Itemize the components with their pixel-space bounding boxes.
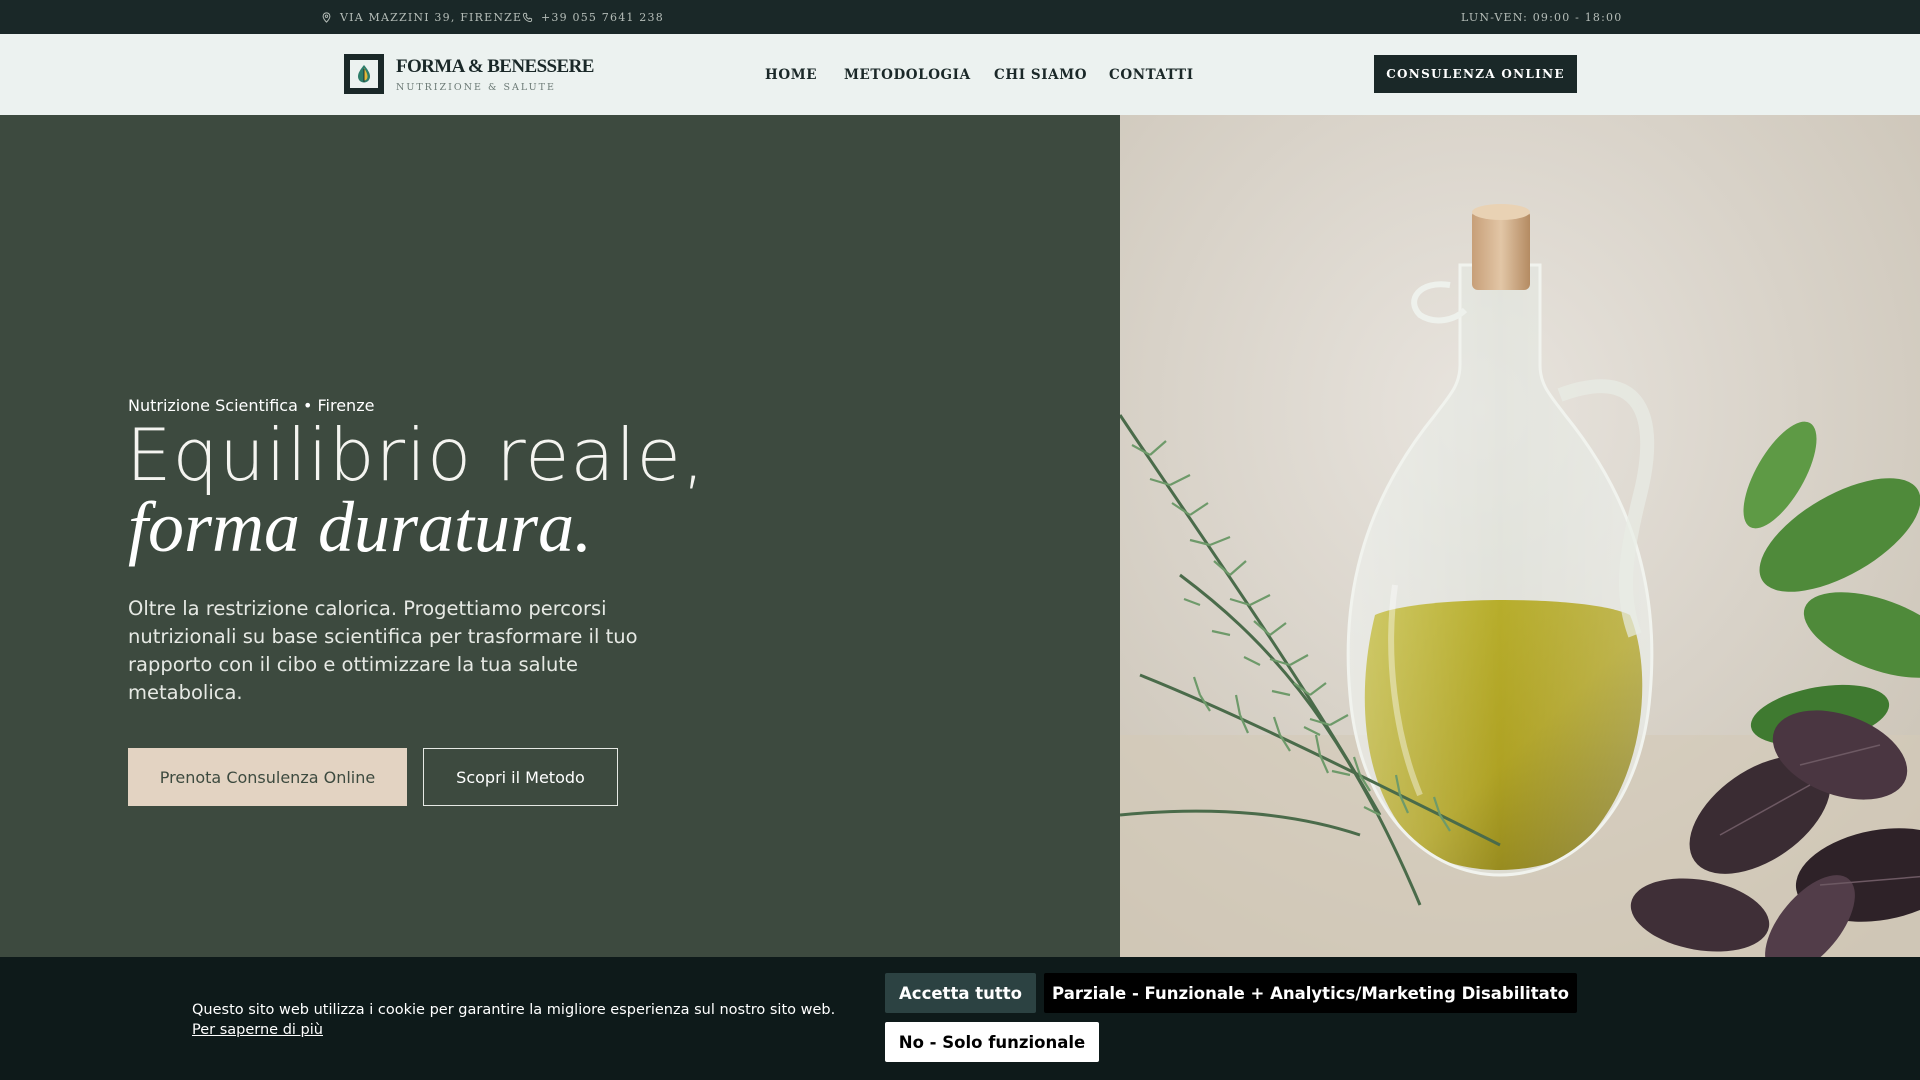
nav-home[interactable]: HOME bbox=[765, 34, 817, 115]
online-consultation-button[interactable]: CONSULENZA ONLINE bbox=[1374, 55, 1577, 93]
leaf-logo-icon bbox=[358, 65, 370, 83]
logo-inner bbox=[350, 60, 378, 88]
address-text: VIA MAZZINI 39, FIRENZE bbox=[340, 10, 523, 24]
nav-contatti[interactable]: CONTATTI bbox=[1109, 34, 1194, 115]
phone-icon bbox=[522, 12, 533, 22]
book-consultation-button[interactable]: Prenota Consulenza Online bbox=[128, 748, 407, 806]
opening-hours: LUN-VEN: 09:00 - 18:00 bbox=[1461, 0, 1622, 34]
hours-text: LUN-VEN: 09:00 - 18:00 bbox=[1461, 10, 1623, 24]
brand-tagline: NUTRIZIONE & SALUTE bbox=[396, 82, 556, 93]
partial-cookies-button[interactable]: Parziale - Funzionale + Analytics/Market… bbox=[1044, 973, 1577, 1013]
phone-text: +39 055 7641 238 bbox=[541, 10, 664, 24]
top-info-bar: VIA MAZZINI 39, FIRENZE +39 055 7641 238… bbox=[0, 0, 1920, 34]
logo[interactable] bbox=[344, 54, 384, 94]
cookie-message: Questo sito web utilizza i cookie per ga… bbox=[192, 1000, 852, 1040]
hero-title-line-1: Equilibrio reale, bbox=[126, 413, 706, 497]
cookie-learn-more-link[interactable]: Per saperne di più bbox=[192, 1022, 323, 1038]
discover-method-button[interactable]: Scopri il Metodo bbox=[423, 748, 618, 806]
brand-name[interactable]: FORMA & BENESSERE bbox=[396, 56, 594, 78]
phone-item[interactable]: +39 055 7641 238 bbox=[522, 0, 664, 34]
hero-title-line-2: forma duratura. bbox=[128, 487, 593, 567]
site-header: FORMA & BENESSERE NUTRIZIONE & SALUTE HO… bbox=[0, 34, 1920, 115]
address-item: VIA MAZZINI 39, FIRENZE bbox=[321, 0, 522, 34]
nav-chi-siamo[interactable]: CHI SIAMO bbox=[994, 34, 1087, 115]
hero-lead: Oltre la restrizione calorica. Progettia… bbox=[128, 597, 638, 704]
functional-only-cookies-button[interactable]: No - Solo funzionale bbox=[885, 1022, 1099, 1062]
cookie-text: Questo sito web utilizza i cookie per ga… bbox=[192, 1002, 836, 1018]
olive-oil-bottle-image bbox=[1120, 115, 1920, 957]
accept-all-cookies-button[interactable]: Accetta tutto bbox=[885, 973, 1036, 1013]
location-pin-icon bbox=[322, 11, 331, 23]
hero-image bbox=[1120, 115, 1920, 957]
nav-metodologia[interactable]: METODOLOGIA bbox=[844, 34, 971, 115]
